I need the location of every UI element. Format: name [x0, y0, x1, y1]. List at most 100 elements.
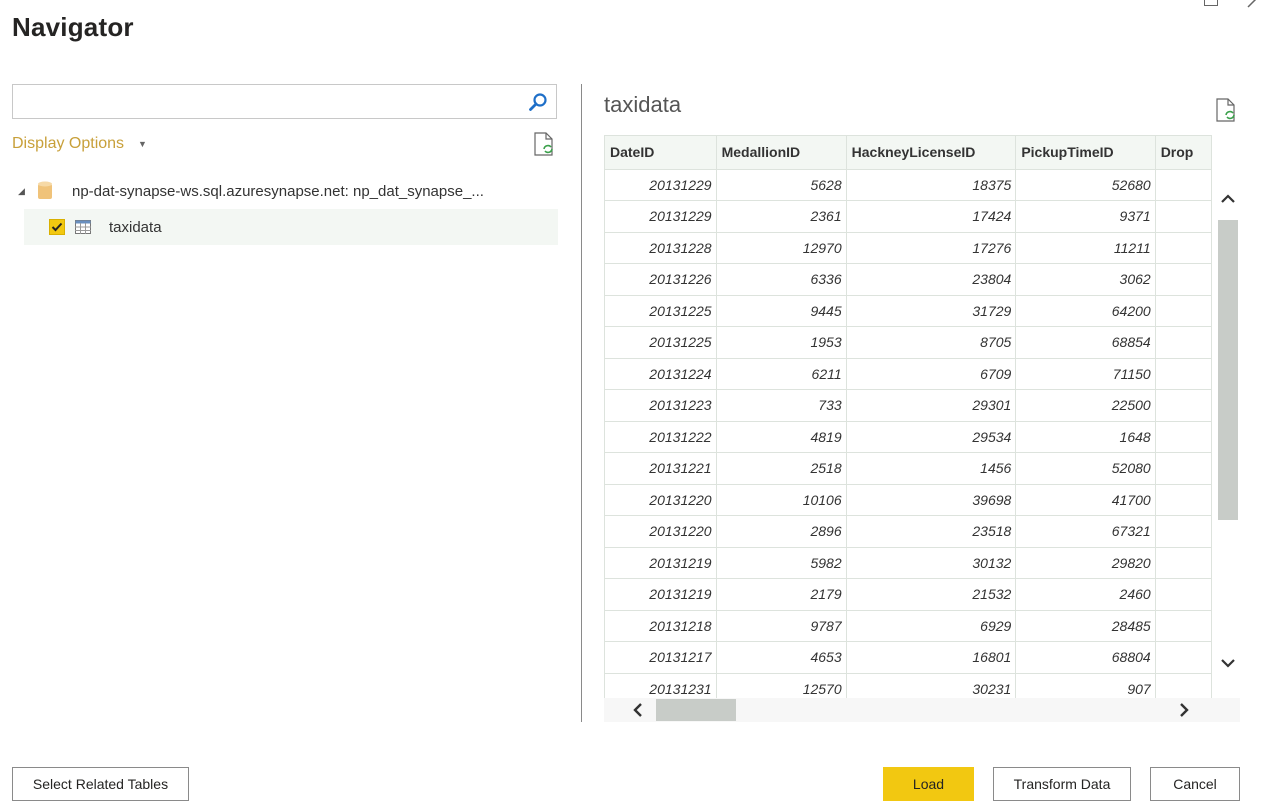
- table-cell: 29301: [846, 389, 1017, 422]
- table-cell: [1155, 452, 1212, 485]
- table-cell: 17424: [846, 200, 1017, 233]
- vertical-scrollbar[interactable]: [1216, 168, 1240, 700]
- table-icon: [75, 220, 91, 234]
- taxidata-checkbox[interactable]: [49, 219, 65, 235]
- table-cell: 2896: [716, 515, 847, 548]
- table-cell: 6336: [716, 263, 847, 296]
- table-cell: 52680: [1015, 169, 1156, 201]
- dialog-title: Navigator: [12, 12, 134, 42]
- table-cell: 20131218: [605, 610, 717, 642]
- table-cell: 20131229: [605, 200, 717, 233]
- table-row: 20131222 4819 29534 1648: [605, 421, 1212, 453]
- table-row: 20131219 2179 21532 2460: [605, 578, 1212, 611]
- table-row: 20131229 2361 17424 9371: [605, 200, 1212, 233]
- search-box: [12, 84, 557, 119]
- select-related-tables-button[interactable]: Select Related Tables: [12, 767, 189, 801]
- checkmark-icon: [51, 222, 63, 232]
- transform-data-button[interactable]: Transform Data: [993, 767, 1131, 801]
- display-options-dropdown[interactable]: Display Options ▼: [12, 135, 147, 153]
- horizontal-scrollbar[interactable]: [604, 698, 1240, 722]
- table-cell: [1155, 169, 1212, 201]
- table-cell: [1155, 578, 1212, 611]
- table-cell: 20131217: [605, 641, 717, 674]
- table-cell: 4653: [716, 641, 847, 674]
- load-button[interactable]: Load: [883, 767, 974, 801]
- table-cell: 20131225: [605, 295, 717, 327]
- table-cell: 20131222: [605, 421, 717, 453]
- table-cell: 6929: [846, 610, 1017, 642]
- column-header[interactable]: MedallionID: [716, 136, 847, 170]
- table-row: 20131221 2518 1456 52080: [605, 452, 1212, 485]
- table-cell: 12570: [716, 673, 847, 700]
- table-cell: 2460: [1015, 578, 1156, 611]
- table-cell: 6709: [846, 358, 1017, 390]
- table-cell: 11211: [1015, 232, 1156, 264]
- column-header[interactable]: DateID: [605, 136, 717, 170]
- table-cell: 18375: [846, 169, 1017, 201]
- table-row: 20131226 6336 23804 3062: [605, 263, 1212, 296]
- table-cell: 9371: [1015, 200, 1156, 233]
- table-cell: [1155, 547, 1212, 579]
- table-cell: 20131224: [605, 358, 717, 390]
- table-row: 20131225 9445 31729 64200: [605, 295, 1212, 327]
- table-cell: 29820: [1015, 547, 1156, 579]
- table-row: 20131228 12970 17276 11211: [605, 232, 1212, 264]
- table-cell: [1155, 641, 1212, 674]
- refresh-preview-icon[interactable]: [1215, 98, 1237, 122]
- table-cell: [1155, 610, 1212, 642]
- table-cell: 5982: [716, 547, 847, 579]
- tree-node-server[interactable]: ◢ np-dat-synapse-ws.sql.azuresynapse.net…: [18, 178, 558, 204]
- table-cell: 9787: [716, 610, 847, 642]
- table-cell: 20131223: [605, 389, 717, 422]
- refresh-preview-icon[interactable]: [533, 132, 555, 156]
- column-header[interactable]: Drop: [1155, 136, 1212, 170]
- table-cell: 2518: [716, 452, 847, 485]
- table-cell: 68804: [1015, 641, 1156, 674]
- scroll-left-icon[interactable]: [626, 698, 650, 722]
- table-cell: 3062: [1015, 263, 1156, 296]
- table-cell: 907: [1015, 673, 1156, 700]
- table-cell: 1648: [1015, 421, 1156, 453]
- table-cell: 41700: [1015, 484, 1156, 516]
- table-row: 20131224 6211 6709 71150: [605, 358, 1212, 390]
- table-cell: [1155, 515, 1212, 548]
- table-cell: 17276: [846, 232, 1017, 264]
- display-options-label: Display Options: [12, 135, 125, 152]
- table-cell: 20131221: [605, 452, 717, 485]
- table-cell: [1155, 358, 1212, 390]
- table-cell: 71150: [1015, 358, 1156, 390]
- table-cell: [1155, 326, 1212, 359]
- cancel-button[interactable]: Cancel: [1150, 767, 1240, 801]
- column-header[interactable]: HackneyLicenseID: [846, 136, 1017, 170]
- maximize-button[interactable]: [1204, 0, 1218, 6]
- tree-node-taxidata[interactable]: taxidata: [24, 209, 558, 245]
- table-cell: 68854: [1015, 326, 1156, 359]
- vertical-scroll-thumb[interactable]: [1218, 220, 1238, 520]
- column-header[interactable]: PickupTimeID: [1015, 136, 1156, 170]
- search-input[interactable]: [13, 85, 513, 118]
- table-cell: 2361: [716, 200, 847, 233]
- tree-node-server-label: np-dat-synapse-ws.sql.azuresynapse.net: …: [72, 182, 484, 200]
- preview-table: DateID MedallionID HackneyLicenseID Pick…: [605, 136, 1212, 700]
- horizontal-scroll-thumb[interactable]: [656, 699, 736, 721]
- table-cell: [1155, 295, 1212, 327]
- table-cell: 20131229: [605, 169, 717, 201]
- close-icon[interactable]: [1246, 0, 1260, 8]
- table-cell: 52080: [1015, 452, 1156, 485]
- table-cell: 1456: [846, 452, 1017, 485]
- table-cell: 5628: [716, 169, 847, 201]
- table-cell: 16801: [846, 641, 1017, 674]
- table-cell: 10106: [716, 484, 847, 516]
- table-cell: 20131231: [605, 673, 717, 700]
- table-cell: 23518: [846, 515, 1017, 548]
- table-row: 20131217 4653 16801 68804: [605, 641, 1212, 674]
- table-row: 20131229 5628 18375 52680: [605, 169, 1212, 201]
- table-cell: [1155, 484, 1212, 516]
- expand-triangle-icon[interactable]: ◢: [18, 186, 34, 197]
- scroll-right-icon[interactable]: [1172, 698, 1196, 722]
- pane-divider[interactable]: [581, 84, 582, 722]
- search-icon[interactable]: [528, 92, 548, 112]
- scroll-down-icon[interactable]: [1216, 648, 1240, 678]
- table-row: 20131219 5982 30132 29820: [605, 547, 1212, 579]
- scroll-up-icon[interactable]: [1216, 184, 1240, 214]
